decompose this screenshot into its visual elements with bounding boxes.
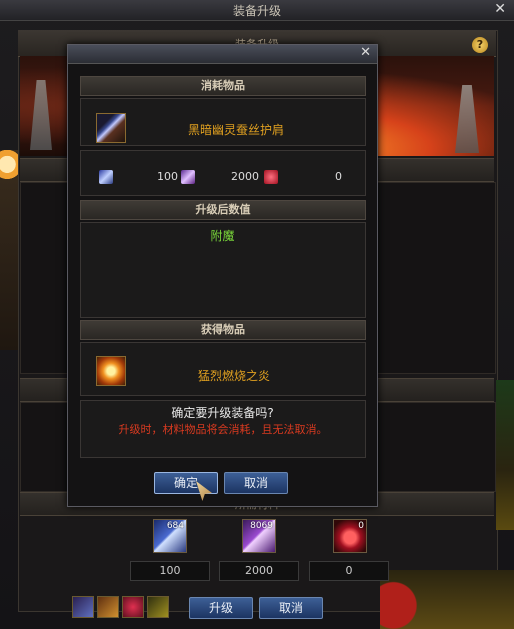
dialog-cancel-button[interactable]: 取消 — [224, 472, 288, 494]
window-titlebar[interactable]: 装备升级 ✕ — [0, 0, 514, 21]
dialog-close-icon[interactable]: ✕ — [360, 45, 371, 60]
confirm-question: 确定要升级装备吗? — [171, 406, 274, 420]
mascot-icon[interactable] — [0, 150, 18, 186]
window-close-icon[interactable]: ✕ — [494, 1, 506, 17]
quick-slots — [72, 596, 169, 618]
after-value: 附魔 — [210, 229, 235, 243]
upgrade-button[interactable]: 升级 — [189, 597, 253, 619]
cost-value: 0 — [335, 170, 342, 183]
bottom-decoration — [380, 570, 514, 629]
flame-icon[interactable] — [96, 356, 126, 386]
window-title: 装备升级 — [232, 4, 281, 18]
purple-crystal-icon[interactable]: 8069 — [242, 519, 276, 553]
warning-text: 升级时，材料物品将会消耗，且无法取消。 — [118, 423, 328, 436]
quick-slot-icon[interactable] — [72, 596, 94, 618]
red-gem-icon[interactable]: 0 — [333, 519, 367, 553]
cost-value: 2000 — [231, 170, 259, 183]
obtain-header: 获得物品 — [80, 320, 366, 340]
quick-slot-icon[interactable] — [147, 596, 169, 618]
material-count: 8069 — [250, 521, 273, 531]
shoulder-armor-icon[interactable] — [96, 113, 126, 143]
material-count: 684 — [166, 521, 184, 531]
dialog-titlebar[interactable]: ✕ — [68, 45, 377, 64]
blue-crystal-icon[interactable]: 684 — [153, 519, 187, 553]
consume-item-name: 黑暗幽灵蚕丝护肩 — [188, 123, 285, 137]
quick-slot-icon[interactable] — [97, 596, 119, 618]
cancel-button[interactable]: 取消 — [259, 597, 323, 619]
help-icon[interactable]: ? — [472, 37, 488, 53]
purple-crystal-icon — [181, 170, 195, 184]
blue-crystal-icon — [99, 170, 113, 184]
material-count: 0 — [358, 521, 364, 531]
after-header: 升级后数值 — [80, 200, 366, 220]
material-quantity: 2000 — [219, 561, 299, 581]
consume-header: 消耗物品 — [80, 76, 366, 96]
cost-value: 100 — [157, 170, 178, 183]
red-gem-icon — [264, 170, 278, 184]
material-quantity: 100 — [130, 561, 210, 581]
obtain-item-name: 猛烈燃烧之炎 — [198, 369, 271, 383]
cost-box — [80, 150, 366, 196]
heart-icon[interactable] — [122, 596, 144, 618]
material-quantity: 0 — [309, 561, 389, 581]
confirm-dialog: ✕ 消耗物品 黑暗幽灵蚕丝护肩 100 2000 0 升级后数值 附魔 获得物品… — [67, 44, 378, 507]
